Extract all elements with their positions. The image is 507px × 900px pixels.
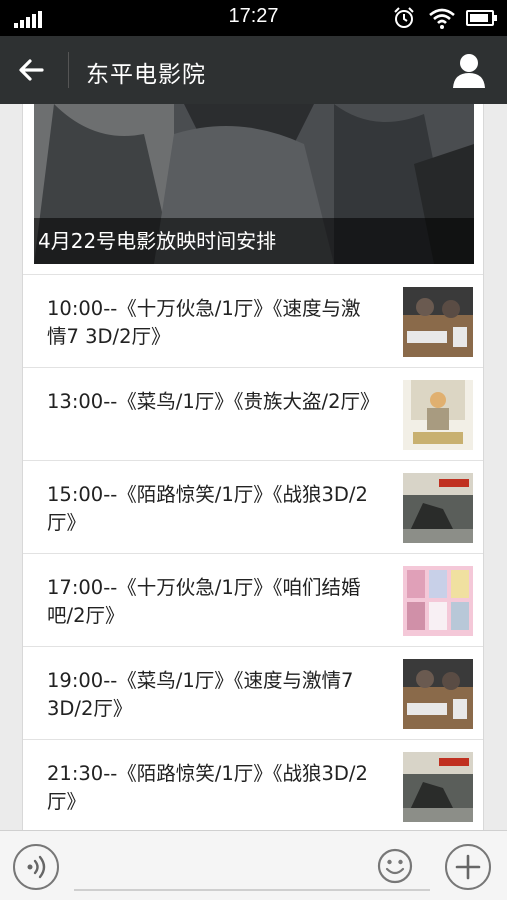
schedule-row[interactable]: 21:30--《陌路惊笑/1厅》《战狼3D/2厅》 xyxy=(23,739,483,830)
voice-button[interactable] xyxy=(13,844,59,890)
profile-icon[interactable] xyxy=(450,50,488,90)
schedule-row[interactable]: 19:00--《菜鸟/1厅》《速度与激情7 3D/2厅》 xyxy=(23,646,483,740)
top-nav-bar: 东平电影院 xyxy=(0,36,507,104)
more-options-button[interactable] xyxy=(445,844,491,890)
voice-icon xyxy=(27,855,46,879)
schedule-text: 19:00--《菜鸟/1厅》《速度与激情7 3D/2厅》 xyxy=(47,669,354,720)
article-content[interactable]: 4月22号电影放映时间安排 10:00--《十万伙急/1厅》《速度与激情7 3D… xyxy=(22,104,484,830)
schedule-text: 15:00--《陌路惊笑/1厅》《战狼3D/2厅》 xyxy=(47,483,368,534)
plus-icon xyxy=(455,854,481,880)
status-bar: 17:27 xyxy=(0,0,507,36)
page-title: 东平电影院 xyxy=(86,62,206,88)
nav-divider xyxy=(68,52,69,88)
schedule-row[interactable]: 10:00--《十万伙急/1厅》《速度与激情7 3D/2厅》 xyxy=(23,274,483,368)
movie-poster-thumbnail xyxy=(403,566,473,636)
emoji-icon[interactable] xyxy=(377,848,413,884)
wifi-icon xyxy=(429,8,455,29)
back-arrow-icon[interactable] xyxy=(14,53,48,87)
chat-input-bar xyxy=(0,830,507,900)
schedule-row[interactable]: 13:00--《菜鸟/1厅》《贵族大盗/2厅》 xyxy=(23,367,483,461)
battery-icon xyxy=(466,10,497,26)
movie-poster-thumbnail xyxy=(403,752,473,822)
banner-image[interactable]: 4月22号电影放映时间安排 xyxy=(34,104,474,264)
schedule-text: 10:00--《十万伙急/1厅》《速度与激情7 3D/2厅》 xyxy=(47,297,361,348)
movie-poster-thumbnail xyxy=(403,659,473,729)
schedule-text: 17:00--《十万伙急/1厅》《咱们结婚吧/2厅》 xyxy=(47,576,361,627)
schedule-text: 21:30--《陌路惊笑/1厅》《战狼3D/2厅》 xyxy=(47,762,368,813)
movie-poster-thumbnail xyxy=(403,473,473,543)
schedule-row[interactable]: 17:00--《十万伙急/1厅》《咱们结婚吧/2厅》 xyxy=(23,553,483,647)
alarm-icon xyxy=(394,7,414,28)
movie-poster-thumbnail xyxy=(403,380,473,450)
schedule-row[interactable]: 15:00--《陌路惊笑/1厅》《战狼3D/2厅》 xyxy=(23,460,483,554)
banner-caption: 4月22号电影放映时间安排 xyxy=(34,218,474,264)
schedule-text: 13:00--《菜鸟/1厅》《贵族大盗/2厅》 xyxy=(47,390,380,413)
movie-poster-thumbnail xyxy=(403,287,473,357)
